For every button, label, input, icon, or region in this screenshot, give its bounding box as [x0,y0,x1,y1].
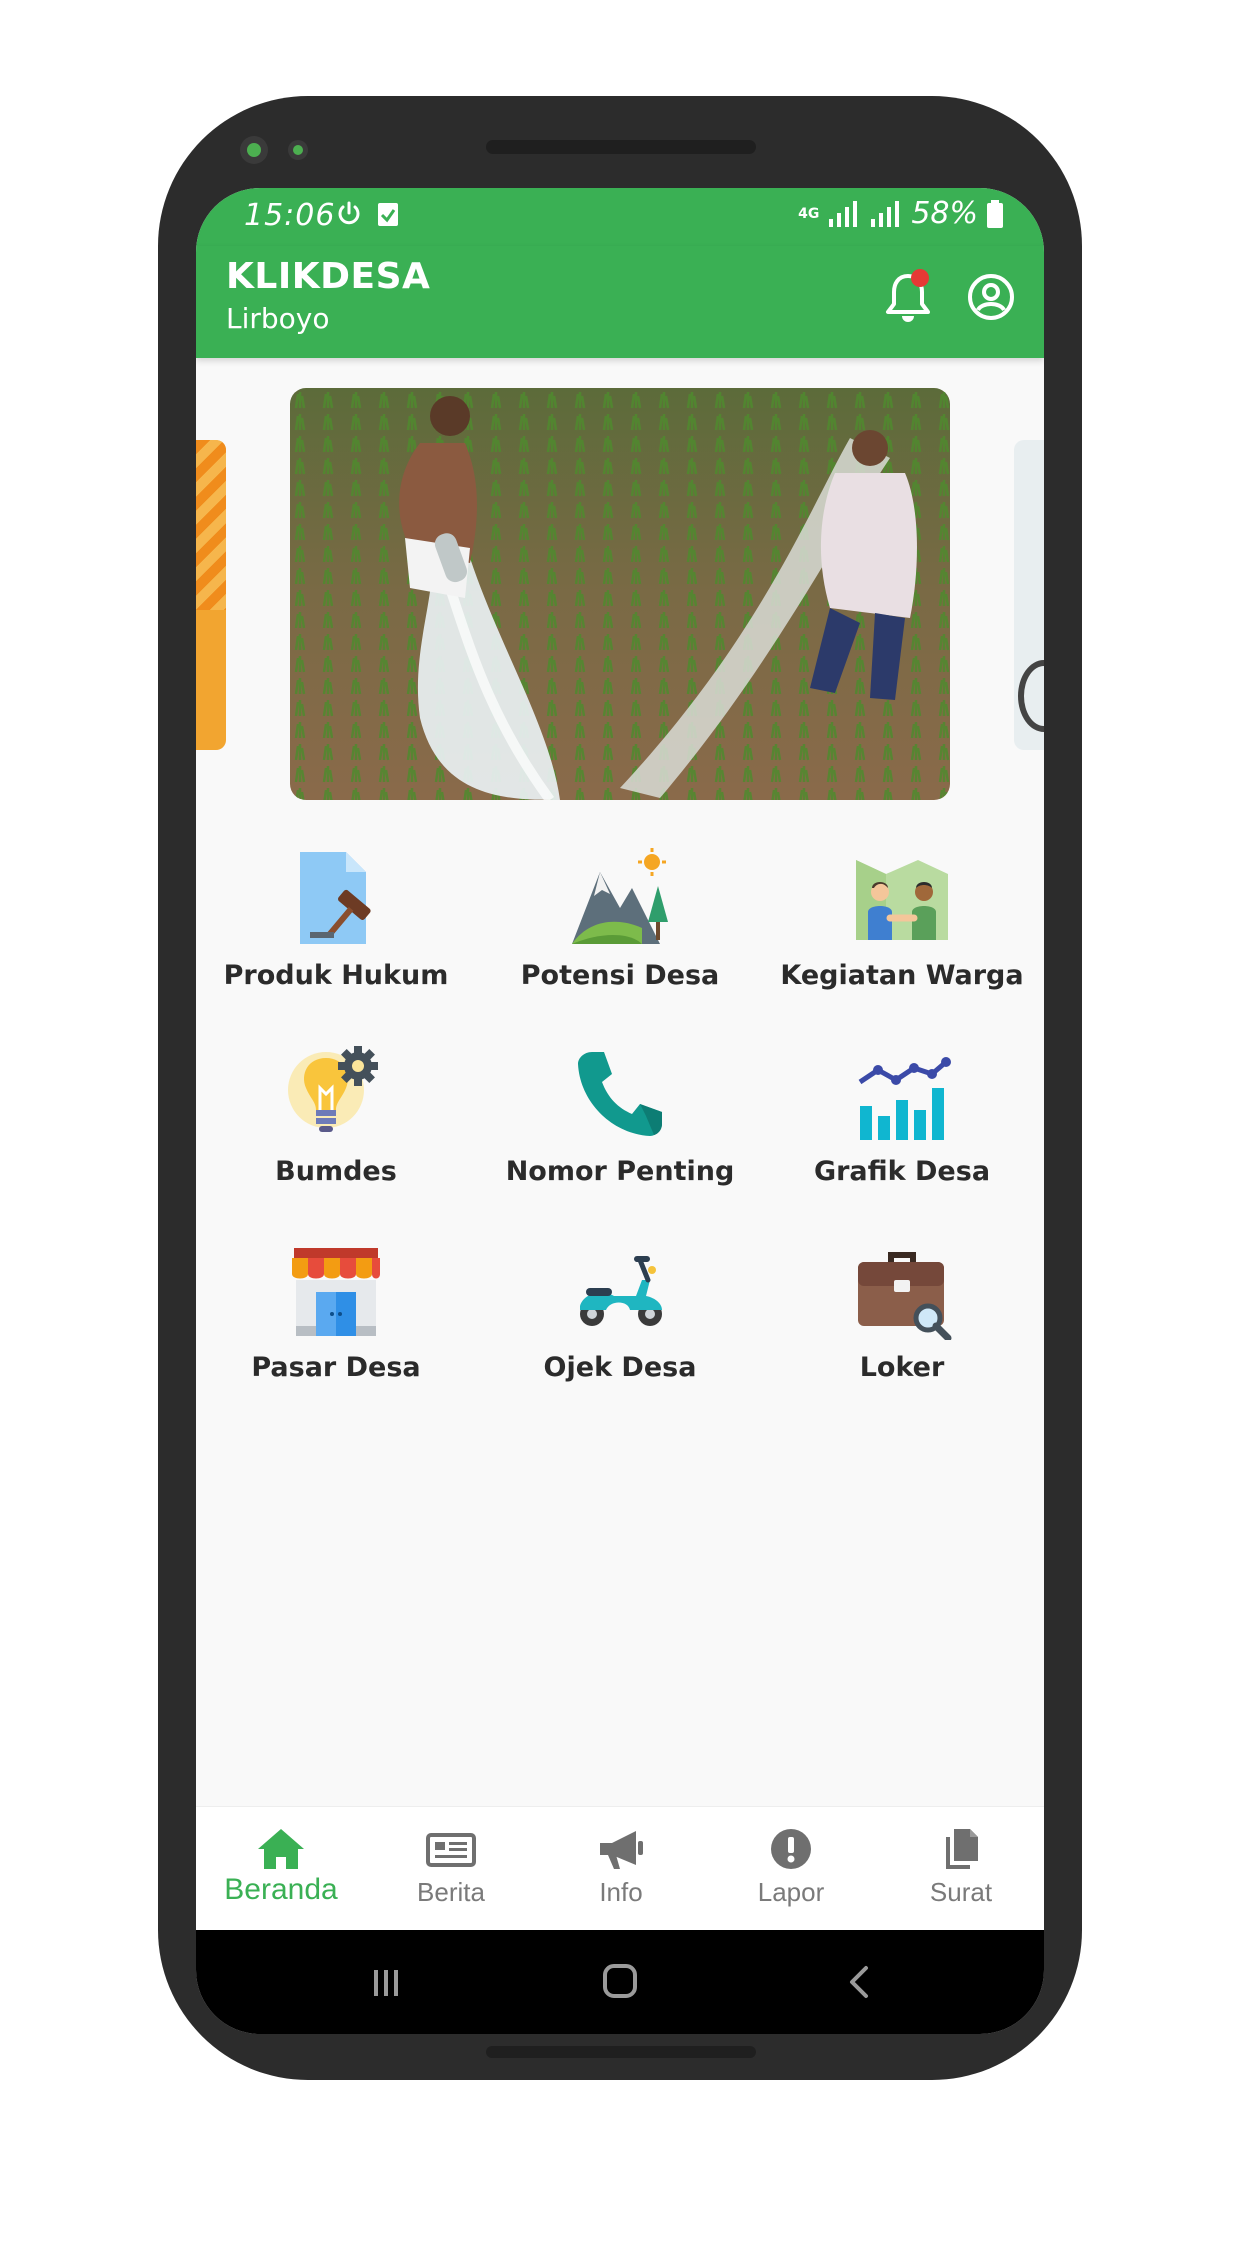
menu-label: Potensi Desa [520,960,720,991]
lightbulb-gear-icon [288,1046,378,1132]
nav-item-berita[interactable]: Berita [366,1827,536,1908]
earpiece-speaker [486,140,756,154]
menu-item-ojek-desa[interactable]: Ojek Desa [480,1240,760,1410]
signal-icon [829,200,858,227]
notification-bell-icon[interactable] [882,268,934,328]
nav-item-beranda[interactable]: Beranda [196,1827,366,1907]
documents-icon [946,1829,978,1869]
recent-apps-icon[interactable] [356,1960,416,2004]
nav-label: Surat [929,1877,993,1907]
menu-item-loker[interactable]: Loker [762,1240,1042,1410]
signal-icon-2 [871,200,900,227]
law-document-icon [300,852,371,944]
bar-chart-icon [858,1057,951,1140]
mountain-landscape-icon [572,848,668,944]
nav-label: Lapor [757,1877,825,1907]
phone-frame: 15:06 4G 58% KLIKDESA Lirboyo Produk Huk… [158,96,1082,2080]
menu-item-produk-hukum[interactable]: Produk Hukum [196,848,476,1018]
battery-icon [987,199,1003,228]
account-circle-icon[interactable] [966,272,1016,322]
menu-label: Produk Hukum [223,960,449,991]
nav-label: Beranda [224,1873,338,1906]
phone-icon [578,1052,662,1136]
scooter-icon [580,1256,662,1326]
people-handshake-icon [856,860,948,940]
market-stall-icon [292,1248,380,1336]
menu-item-potensi-desa[interactable]: Potensi Desa [480,848,760,1018]
menu-label: Grafik Desa [813,1156,991,1187]
menu-item-pasar-desa[interactable]: Pasar Desa [196,1240,476,1410]
menu-item-grafik-desa[interactable]: Grafik Desa [762,1044,1042,1214]
menu-label: Pasar Desa [251,1352,421,1383]
menu-item-bumdes[interactable]: Bumdes [196,1044,476,1214]
carousel-current-slide[interactable] [290,388,950,800]
battery-percent: 58% [911,196,978,231]
nav-label: Info [599,1877,643,1907]
system-navigation-bar [196,1930,1044,2034]
nav-label: Berita [417,1877,485,1907]
carousel-prev-slide[interactable] [196,440,226,750]
power-icon [338,201,360,225]
nav-item-lapor[interactable]: Lapor [706,1827,876,1908]
newspaper-icon [426,1833,476,1867]
bottom-navigation: Beranda Berita Info Lapor Surat [196,1806,1044,1931]
briefcase-search-icon [858,1252,952,1340]
menu-label: Kegiatan Warga [780,960,1024,991]
status-time: 15:06 [244,198,336,233]
menu-label: Ojek Desa [543,1352,697,1383]
nav-item-info[interactable]: Info [536,1827,706,1908]
front-camera [240,136,268,164]
menu-item-kegiatan-warga[interactable]: Kegiatan Warga [762,848,1042,1018]
banner-carousel[interactable] [196,358,1044,818]
menu-label: Nomor Penting [505,1156,735,1187]
app-bar: KLIKDESA Lirboyo [196,246,1044,358]
proximity-sensor [288,140,308,160]
app-title: KLIKDESA [226,256,431,297]
nav-item-surat[interactable]: Surat [876,1827,1044,1908]
menu-label: Loker [859,1352,945,1383]
home-button-icon[interactable] [590,1960,650,2004]
bottom-speaker [486,2046,756,2058]
megaphone-icon [600,1831,643,1869]
alert-circle-icon [771,1829,811,1869]
village-name: Lirboyo [226,302,330,335]
menu-label: Bumdes [275,1156,397,1187]
status-bar: 15:06 4G 58% [196,188,1044,246]
task-check-icon [378,203,398,226]
rice-field-photo [290,388,950,800]
carousel-next-slide[interactable] [1014,440,1044,750]
menu-item-nomor-penting[interactable]: Nomor Penting [480,1044,760,1214]
notification-badge [911,269,929,287]
home-icon [258,1829,304,1869]
network-type: 4G [798,205,820,222]
screen: 15:06 4G 58% KLIKDESA Lirboyo Produk Huk… [196,188,1044,2034]
back-icon[interactable] [830,1960,890,2004]
